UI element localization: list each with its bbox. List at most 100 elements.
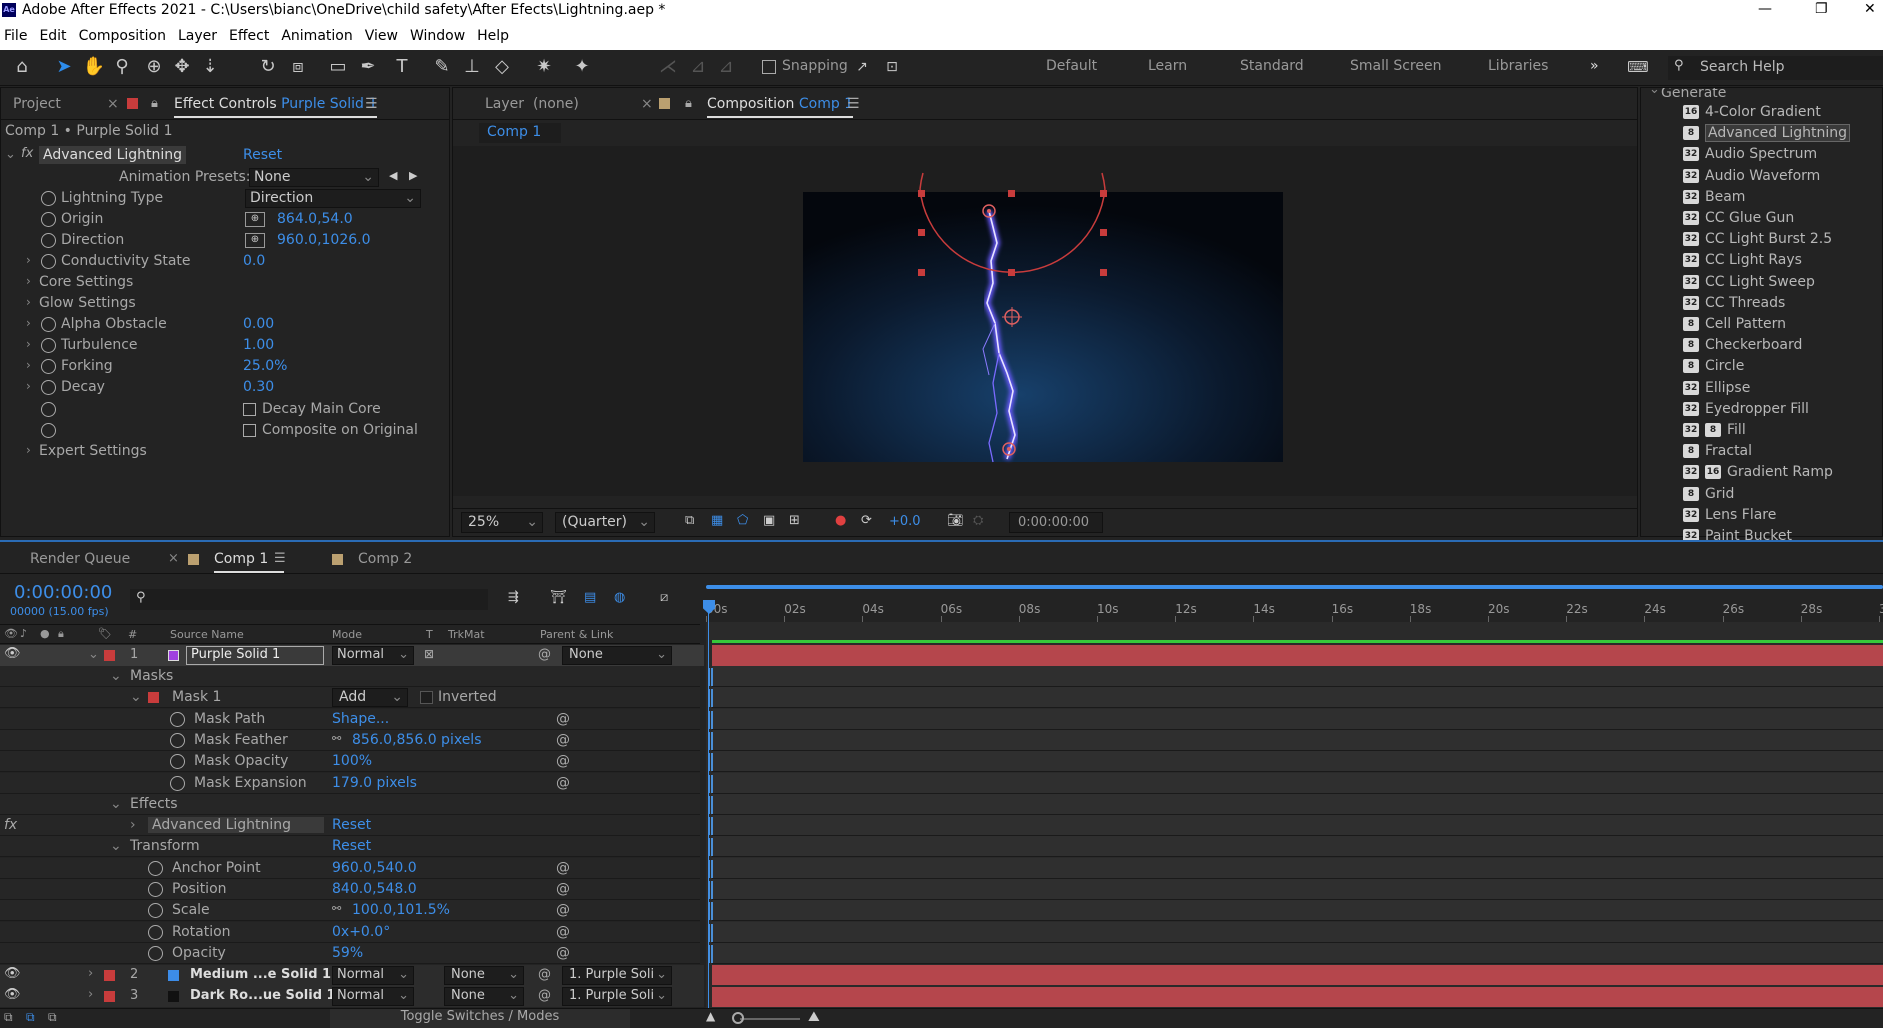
- effect-item-label[interactable]: Advanced Lightning: [148, 817, 324, 834]
- property-track[interactable]: [712, 900, 1883, 922]
- panel-menu-icon[interactable]: ☰: [274, 551, 286, 566]
- expand-time-panes-icon[interactable]: ⧉: [48, 1010, 57, 1025]
- visibility-eye-icon[interactable]: 👁︎: [4, 987, 21, 1002]
- expression-pickwhip-icon[interactable]: @: [556, 775, 570, 791]
- effect-item[interactable]: 8 Circle: [1683, 358, 1744, 379]
- twirl-closed-icon[interactable]: ›: [130, 817, 136, 833]
- twirl-icon[interactable]: ›: [26, 295, 31, 309]
- pen-tool-icon[interactable]: ✒: [356, 55, 380, 79]
- zoom-dropdown[interactable]: 25% ⌄: [461, 512, 543, 533]
- comp-breadcrumb-chip[interactable]: Comp 1: [479, 123, 561, 143]
- fx-icon[interactable]: fx: [21, 146, 33, 161]
- tab-composition[interactable]: Composition Comp 1: [707, 96, 854, 118]
- stopwatch-icon[interactable]: [41, 254, 56, 269]
- zoom-in-icon[interactable]: ⛰: [808, 1009, 820, 1025]
- frame-blending-icon[interactable]: ▤: [584, 590, 596, 605]
- composition-mini-flowchart-icon[interactable]: ⇶: [508, 590, 519, 605]
- lock-icon[interactable]: 🔒︎: [685, 96, 692, 111]
- layer-1-duration-bar[interactable]: [712, 645, 1883, 666]
- prop-value[interactable]: 960.0,540.0: [332, 860, 417, 876]
- inverted-checkbox[interactable]: [420, 691, 433, 705]
- exposure-value[interactable]: +0.0: [889, 514, 921, 529]
- twirl-icon[interactable]: ›: [26, 358, 31, 372]
- viewer-timecode[interactable]: 0:00:00:00: [1009, 512, 1103, 533]
- layer-label-color[interactable]: [104, 991, 115, 1002]
- roto-brush-tool-icon[interactable]: ✷: [532, 55, 556, 79]
- fx-icon[interactable]: fx: [4, 817, 17, 833]
- effects-label[interactable]: Effects: [130, 796, 178, 812]
- preserve-transparency-icon[interactable]: ⊠: [424, 647, 434, 661]
- prop-value[interactable]: 840.0,548.0: [332, 881, 417, 897]
- twirl-open-icon[interactable]: ⌄: [110, 838, 122, 854]
- stopwatch-icon[interactable]: [148, 945, 163, 961]
- expression-pickwhip-icon[interactable]: @: [556, 860, 570, 876]
- effect-item[interactable]: 16 4-Color Gradient: [1683, 104, 1821, 125]
- transform-label[interactable]: Transform: [130, 838, 200, 854]
- eraser-tool-icon[interactable]: ◇: [490, 55, 514, 79]
- layer-label-color[interactable]: [104, 970, 115, 981]
- more-workspaces-icon[interactable]: »: [1590, 58, 1599, 74]
- stopwatch-icon[interactable]: [41, 380, 56, 395]
- prop-value[interactable]: 100.0,101.5%: [352, 902, 450, 918]
- tab-layer[interactable]: Layer (none): [485, 96, 579, 112]
- work-area-bar[interactable]: [706, 585, 1883, 589]
- rectangle-tool-icon[interactable]: ▭: [326, 55, 350, 79]
- expression-pickwhip-icon[interactable]: @: [556, 753, 570, 769]
- expand-layer-switches-icon[interactable]: ⧉: [4, 1010, 13, 1025]
- twirl-icon[interactable]: ›: [26, 316, 31, 330]
- effect-item[interactable]: 32 CC Glue Gun: [1683, 210, 1794, 231]
- effect-item[interactable]: 32 8 Fill: [1683, 422, 1746, 443]
- prop-value[interactable]: 960.0,1026.0: [277, 232, 371, 248]
- channels-icon[interactable]: ●: [835, 513, 846, 528]
- effect-item[interactable]: 8 Grid: [1683, 486, 1734, 507]
- effect-item[interactable]: 32 Audio Spectrum: [1683, 146, 1817, 167]
- pickwhip-icon[interactable]: @: [538, 647, 551, 662]
- search-help-field[interactable]: ⚲ Search Help: [1668, 56, 1883, 80]
- orbit-tool-icon[interactable]: ⊕: [142, 55, 166, 79]
- trkmat-dropdown[interactable]: None ⌄: [444, 966, 524, 985]
- home-icon[interactable]: ⌂: [10, 55, 34, 79]
- prop-value[interactable]: 864.0,54.0: [277, 211, 353, 227]
- prop-value[interactable]: 0.30: [243, 379, 274, 395]
- snap-grid-icon[interactable]: ⊡: [880, 55, 904, 79]
- panel-menu-icon[interactable]: ☰: [365, 96, 378, 112]
- effect-item[interactable]: 32 16 Gradient Ramp: [1683, 464, 1833, 485]
- graph-editor-icon[interactable]: ⧄: [660, 590, 668, 605]
- expression-pickwhip-icon[interactable]: @: [556, 881, 570, 897]
- pickwhip-icon[interactable]: @: [538, 967, 551, 982]
- constrain-proportions-icon[interactable]: ⚯: [332, 902, 341, 915]
- animation-presets-dropdown[interactable]: None ⌄: [249, 168, 379, 187]
- twirl-icon[interactable]: ›: [26, 443, 31, 457]
- property-track[interactable]: [712, 921, 1883, 943]
- menu-composition[interactable]: Composition: [79, 22, 166, 50]
- effect-item[interactable]: 32 Beam: [1683, 189, 1745, 210]
- close-tab-icon[interactable]: ×: [168, 551, 179, 566]
- category-generate[interactable]: Generate: [1661, 88, 1726, 101]
- prop-value[interactable]: 1.00: [243, 337, 274, 353]
- property-track[interactable]: [712, 708, 1883, 730]
- effect-item[interactable]: 32 CC Light Rays: [1683, 252, 1802, 273]
- stopwatch-icon[interactable]: [148, 860, 163, 876]
- video-switch-icon[interactable]: 👁︎: [4, 627, 18, 640]
- menu-help[interactable]: Help: [477, 22, 509, 50]
- property-track[interactable]: [712, 729, 1883, 751]
- layer-name[interactable]: Purple Solid 1: [186, 646, 324, 665]
- constrain-proportions-icon[interactable]: ⚯: [332, 732, 341, 745]
- toggle-switches-modes-button[interactable]: Toggle Switches / Modes: [330, 1009, 630, 1028]
- effect-reset-link[interactable]: Reset: [243, 147, 282, 163]
- twirl-open-icon[interactable]: ⌄: [110, 668, 122, 684]
- snap-edge-icon[interactable]: ↗: [850, 55, 874, 79]
- property-track[interactable]: [712, 857, 1883, 879]
- expression-pickwhip-icon[interactable]: @: [556, 711, 570, 727]
- twirl-closed-icon[interactable]: ›: [88, 987, 93, 1002]
- prop-value[interactable]: 0.0: [243, 253, 265, 269]
- audio-switch-icon[interactable]: ♪: [20, 627, 27, 640]
- column-source-name[interactable]: Source Name: [170, 628, 244, 641]
- effect-item[interactable]: 32 Ellipse: [1683, 380, 1750, 401]
- clone-stamp-tool-icon[interactable]: ⊥: [460, 55, 484, 79]
- layer-label-color[interactable]: [104, 650, 115, 661]
- menu-animation[interactable]: Animation: [281, 22, 352, 50]
- menu-window[interactable]: Window: [410, 22, 465, 50]
- point-picker-icon[interactable]: ⊕: [245, 212, 265, 227]
- label-column-icon[interactable]: 🏷︎: [98, 627, 112, 640]
